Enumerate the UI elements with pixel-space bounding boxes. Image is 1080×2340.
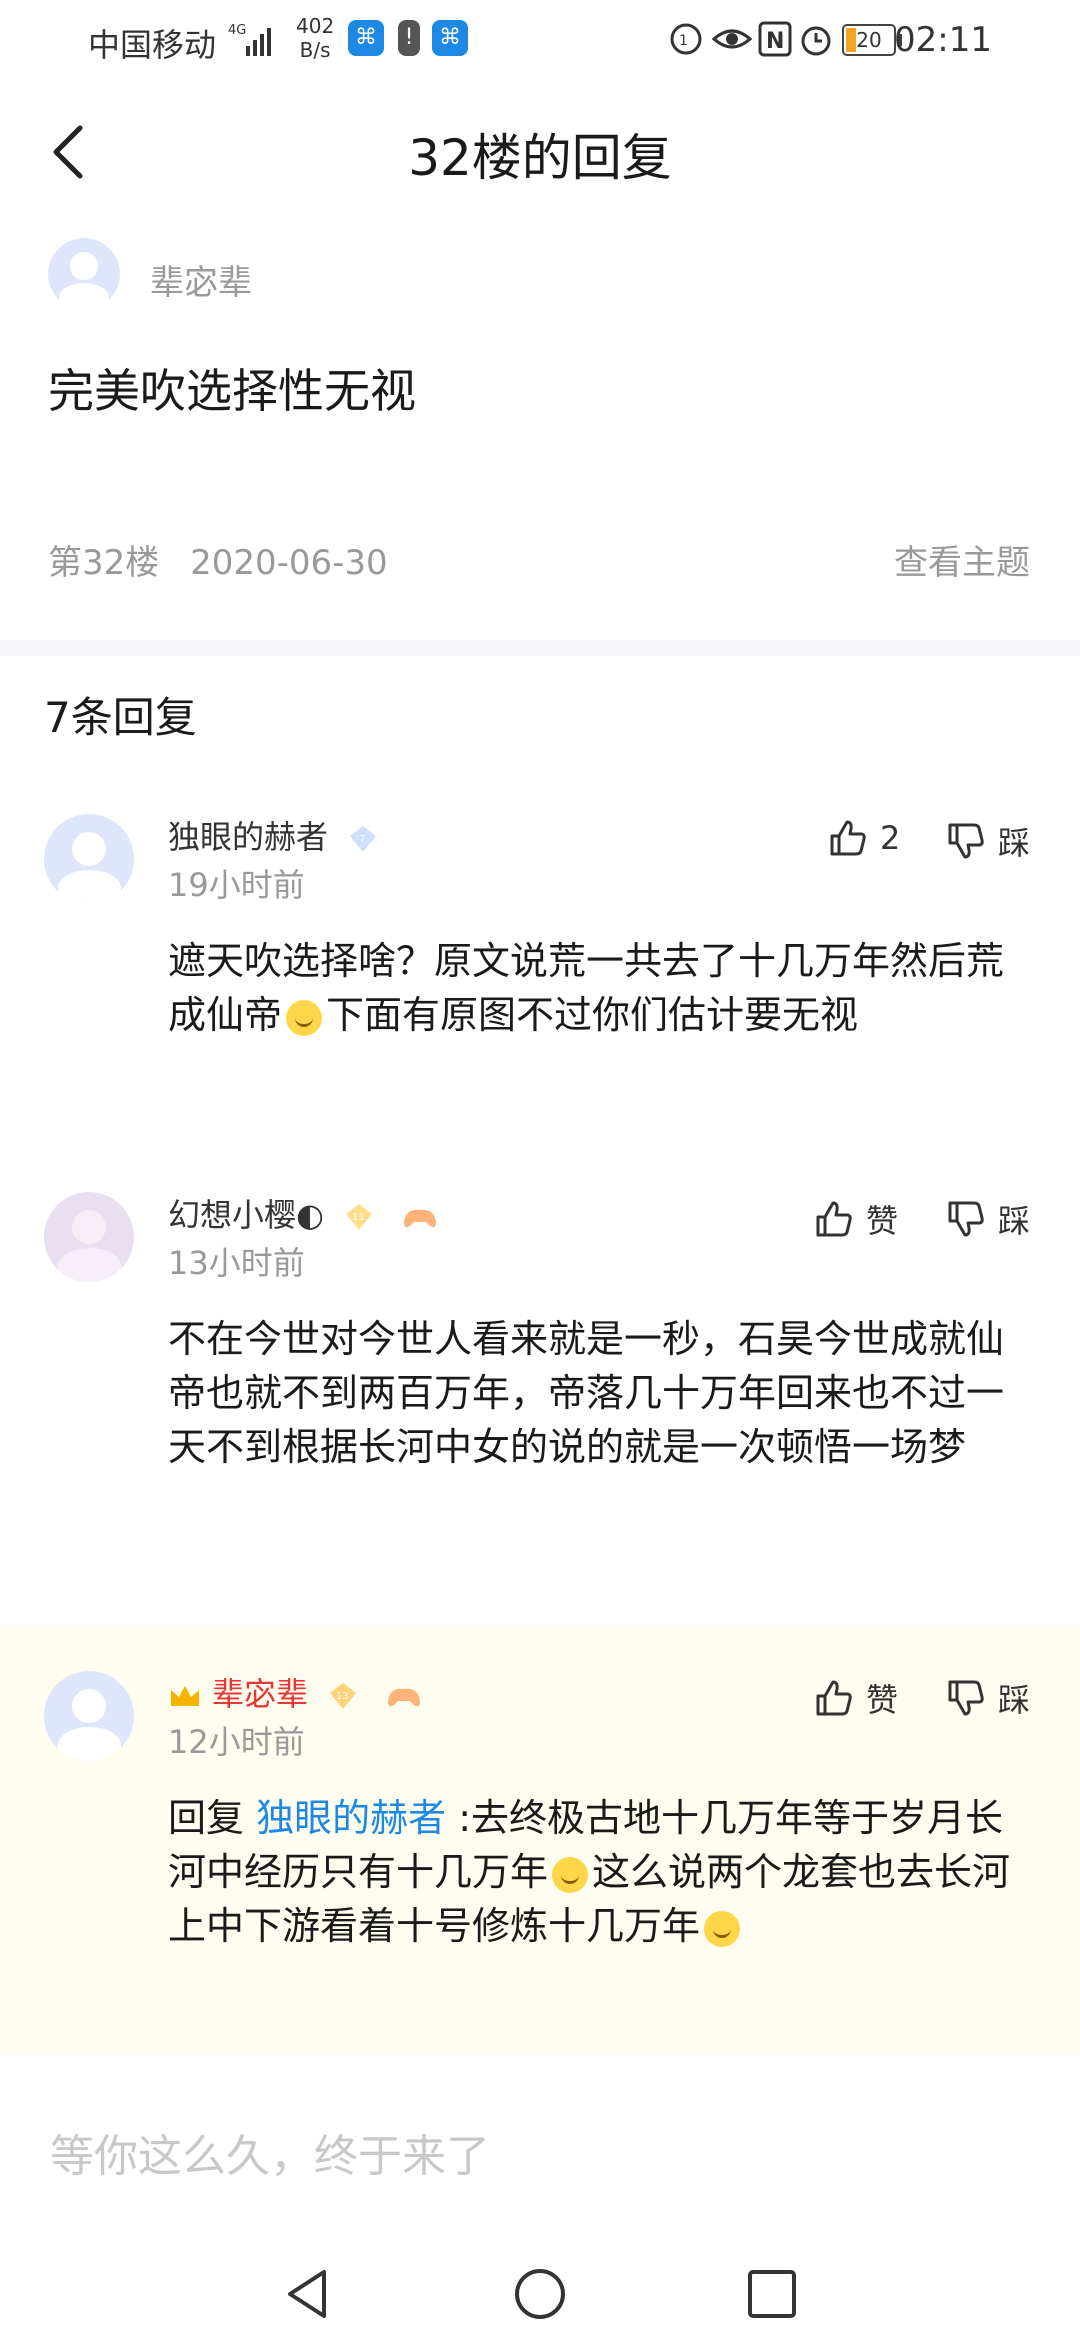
- battery-saver-icon: !: [398, 20, 420, 56]
- dislike-button[interactable]: 踩: [946, 818, 1030, 864]
- like-count: 2: [880, 819, 901, 857]
- thumbs-down-icon: [948, 1201, 984, 1237]
- battery-icon: 20: [842, 24, 902, 56]
- reply-item: 独眼的赫者 7 19小时前 2 踩 遮天吹选择啥？原文说荒一共去了十几万年然后荒…: [0, 800, 1080, 1140]
- reply-time: 13小时前: [168, 1244, 305, 1282]
- reply-nickname[interactable]: 辈宓辈: [212, 1675, 308, 1713]
- svg-text:13: 13: [336, 1691, 349, 1702]
- reply-nickname-row: 幻想小樱◐ 11: [168, 1190, 440, 1236]
- like-button[interactable]: 赞: [814, 1675, 898, 1721]
- svg-text:7: 7: [359, 834, 365, 845]
- clock: 02:11: [894, 20, 992, 60]
- reply-content: 遮天吹选择啥？原文说荒一共去了十几万年然后荒成仙帝 下面有原图不过你们估计要无视: [168, 939, 1005, 1037]
- reply-nickname-row: 独眼的赫者 7: [168, 812, 378, 858]
- reply-content: 回复 独眼的赫者 :去终极古地十几万年等于岁月长河中经历只有十几万年 这么说两个龙…: [168, 1796, 1011, 1948]
- app-notification-icon-2: ⌘: [432, 20, 468, 56]
- reply-nickname-row: 辈宓辈 13: [168, 1669, 424, 1715]
- post-content: 完美吹选择性无视: [48, 364, 416, 418]
- header: 32楼的回复: [0, 100, 1080, 200]
- reply-count: 7条回复: [44, 693, 197, 742]
- svg-text:1: 1: [679, 33, 688, 49]
- dislike-button[interactable]: 踩: [946, 1675, 1030, 1721]
- reply-nickname[interactable]: 幻想小樱◐: [168, 1196, 324, 1234]
- network-speed: 402 B/s: [296, 14, 335, 62]
- page-title: 32楼的回复: [408, 129, 672, 187]
- reply-time: 12小时前: [168, 1723, 305, 1761]
- nav-home-icon[interactable]: [512, 2266, 568, 2322]
- dislike-button[interactable]: 踩: [946, 1196, 1030, 1242]
- reply-input[interactable]: [48, 2120, 1032, 2192]
- like-label: 赞: [866, 1681, 899, 1719]
- reply-content: 不在今世对今世人看来就是一秒，石昊今世成就仙帝也就不到两百万年，帝落几十万年回来…: [168, 1317, 1005, 1469]
- smile-emoji-icon: [286, 999, 323, 1036]
- level-diamond-icon: 11: [346, 1204, 373, 1230]
- post-floor: 第32楼: [48, 543, 160, 583]
- app-notification-icon: ⌘: [348, 20, 384, 56]
- thumbs-down-icon: [948, 1680, 984, 1716]
- system-nav-bar: [0, 2240, 1080, 2340]
- reply-mention-link[interactable]: 独眼的赫者: [256, 1796, 446, 1840]
- smile-emoji-icon: [704, 1910, 741, 1947]
- reply-avatar[interactable]: [44, 1671, 134, 1761]
- post-meta: 第32楼 2020-06-30: [48, 535, 408, 584]
- reply-avatar[interactable]: [44, 1192, 134, 1282]
- thumbs-up-icon: [816, 1680, 852, 1716]
- reply-item-highlighted: 辈宓辈 13 12小时前 赞 踩 回复 独眼的赫者 :去终极古地十几万年等于岁月…: [0, 1625, 1080, 2055]
- view-topic-link[interactable]: 查看主题: [894, 535, 1030, 584]
- gamepad-badge-icon: [388, 1688, 421, 1707]
- eye-icon: [712, 29, 752, 49]
- svg-text:4G: 4G: [228, 23, 246, 38]
- nfc-icon: N: [758, 21, 792, 57]
- smile-emoji-icon: [552, 1856, 589, 1893]
- post-author-avatar[interactable]: [48, 238, 120, 310]
- alarm-icon: [801, 26, 831, 56]
- dislike-label: 踩: [998, 1202, 1031, 1240]
- signal-icon: 4G: [228, 23, 271, 56]
- reply-input-bar: [0, 2060, 1080, 2240]
- dislike-label: 踩: [998, 824, 1031, 862]
- like-label: 赞: [866, 1202, 899, 1240]
- reply-time: 19小时前: [168, 866, 305, 904]
- thumbs-up-icon: [830, 820, 866, 856]
- post-author-name[interactable]: 辈宓辈: [150, 255, 252, 304]
- level-diamond-icon: 7: [350, 826, 377, 852]
- thumbs-down-icon: [948, 823, 984, 859]
- level-diamond-icon: 13: [330, 1683, 357, 1709]
- section-divider: [0, 640, 1080, 656]
- svg-text:11: 11: [352, 1212, 365, 1223]
- nav-recents-icon[interactable]: [744, 2266, 800, 2322]
- crown-icon: [171, 1686, 199, 1706]
- dislike-label: 踩: [998, 1681, 1031, 1719]
- like-button[interactable]: 赞: [814, 1196, 898, 1242]
- svg-text:N: N: [766, 29, 784, 54]
- post-date: 2020-06-30: [190, 543, 388, 583]
- reply-nickname[interactable]: 独眼的赫者: [168, 818, 328, 856]
- reply-item: 幻想小樱◐ 11 13小时前 赞 踩 不在今世对今世人看来就是一秒，石昊今世成就…: [0, 1178, 1080, 1558]
- like-button[interactable]: 2: [828, 818, 900, 858]
- nav-back-icon[interactable]: [280, 2266, 336, 2322]
- carrier-label: 中国移动: [88, 26, 217, 64]
- thumbs-up-icon: [816, 1201, 852, 1237]
- status-bar: 中国移动 4G 402 B/s ⌘ ! ⌘ 1 N 20 02:11: [0, 0, 1080, 80]
- reply-avatar[interactable]: [44, 814, 134, 904]
- data-saver-icon: 1: [670, 23, 702, 55]
- gamepad-badge-icon: [404, 1209, 437, 1228]
